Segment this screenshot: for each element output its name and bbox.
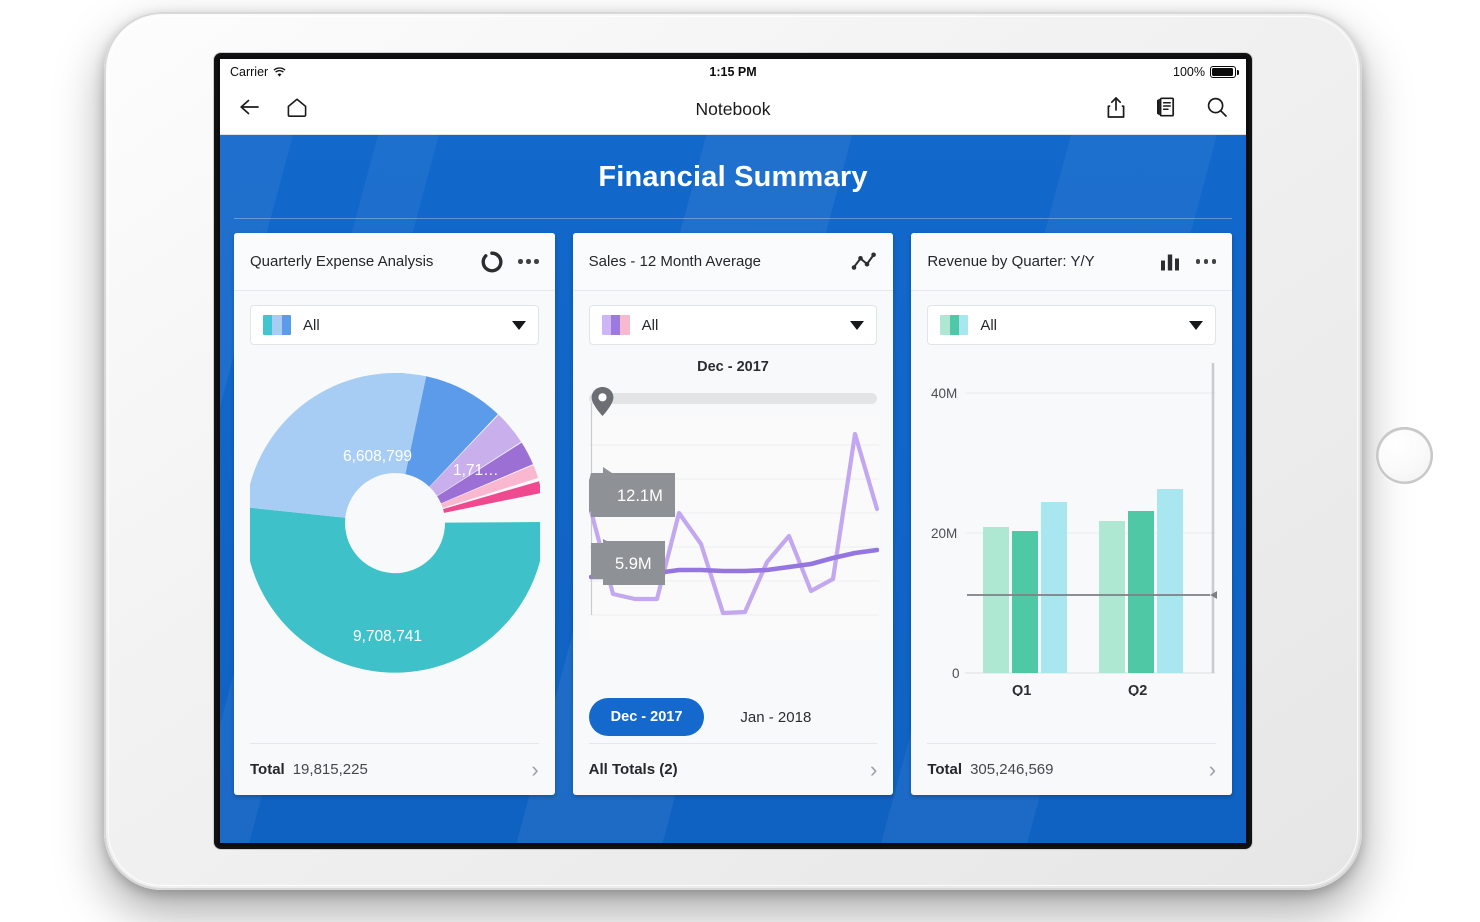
battery-percent-label: 100% [1173,65,1205,79]
y-axis-tick-20m: 20M [931,526,957,541]
bar-chart[interactable]: 40M 20M 0 Q1 Q2 [911,345,1232,743]
more-options-icon[interactable] [514,259,539,264]
chevron-down-icon [850,320,865,330]
y-axis-tick-40m: 40M [931,386,957,401]
filter-dropdown[interactable]: All [250,305,539,345]
nav-right-group [1106,96,1228,124]
footer-label: Total [250,761,285,778]
filter-row: All [573,291,894,345]
bar-q1-series2 [1012,531,1039,673]
app-nav-bar: Notebook [220,85,1246,135]
footer-value: 305,246,569 [970,761,1054,778]
line-chart-icon[interactable] [851,251,877,273]
status-bar: Carrier 1:15 PM 100% [220,59,1246,85]
bar-chart-icon[interactable] [1158,250,1182,274]
card-footer-total[interactable]: Total 305,246,569 › [927,743,1217,795]
bar-q1-series3 [1041,502,1068,673]
donut-slice-label: 1,71… [453,462,499,479]
chevron-right-icon: › [870,756,878,782]
card-row: Quarterly Expense Analysis All 6,608,799… [220,219,1246,795]
screenshot-stage: Carrier 1:15 PM 100% Notebook Financial … [0,0,1480,922]
filter-dropdown[interactable]: All [927,305,1217,345]
search-icon[interactable] [1206,96,1228,123]
chevron-down-icon [1189,320,1204,330]
dashboard-banner: Financial Summary [220,135,1246,219]
home-button[interactable] [1376,427,1433,484]
card-title: Sales - 12 Month Average [588,253,762,270]
card-revenue-by-quarter: Revenue by Quarter: Y/Y All 40M 20M 0 Q1… [911,233,1233,795]
legend-swatch [601,315,630,335]
status-bar-time: 1:15 PM [709,65,757,79]
footer-label: Total [927,761,963,778]
chevron-right-icon: › [1208,756,1217,782]
back-arrow-icon[interactable] [238,97,260,122]
legend-swatch [263,315,291,335]
x-axis-label-q2: Q2 [1128,683,1147,696]
battery-full-icon [1210,66,1239,78]
more-options-icon[interactable] [1192,259,1217,264]
card-footer-total[interactable]: Total 19,815,225 › [250,743,539,795]
line-tooltip-low: 5.9M [590,539,665,585]
y-axis-tick-0: 0 [952,666,960,681]
bar-q2-series2 [1128,511,1155,673]
card-title: Revenue by Quarter: Y/Y [927,253,1095,270]
card-title: Quarterly Expense Analysis [250,253,434,270]
range-pill-group: Dec - 2017 Jan - 2018 [573,691,894,743]
card-sales-12-month-average: Sales - 12 Month Average All Dec - 2017 … [572,233,894,795]
card-header: Revenue by Quarter: Y/Y [911,233,1233,291]
footer-label: All Totals (2) [588,761,678,778]
dashboard-area: Financial Summary Quarterly Expense Anal… [220,135,1246,843]
line-tooltip-high: 12.1M [588,467,675,517]
bar-q1-series1 [983,527,1010,673]
donut-chart-icon[interactable] [480,250,504,274]
home-icon[interactable] [286,97,308,123]
filter-value: All [641,316,659,334]
nav-title: Notebook [695,99,771,119]
footer-value: 19,815,225 [292,761,368,778]
range-pill-active[interactable]: Dec - 2017 [588,698,705,736]
tooltip-value: 5.9M [615,555,652,573]
line-chart-title: Dec - 2017 [697,359,769,375]
card-footer-total[interactable]: All Totals (2) › [588,743,878,795]
donut-chart[interactable]: 6,608,799 9,708,741 1,71… [234,345,555,743]
filter-row: All [234,291,555,345]
bar-q2-series1 [1099,521,1126,673]
donut-slice-label: 9,708,741 [353,628,422,645]
card-header: Quarterly Expense Analysis [234,233,555,291]
notebook-icon[interactable] [1156,96,1176,123]
filter-value: All [980,316,998,334]
device-screen: Carrier 1:15 PM 100% Notebook Financial … [220,59,1246,843]
x-axis-label-q1: Q1 [1012,683,1031,696]
filter-value: All [303,316,320,334]
line-chart[interactable]: Dec - 2017 12.1M 5.9M [573,345,894,691]
status-bar-right: 100% [1173,65,1239,79]
chevron-down-icon [511,320,526,330]
card-header: Sales - 12 Month Average [572,233,894,291]
filter-row: All [911,291,1232,345]
chevron-right-icon: › [531,756,539,782]
donut-slice-label: 6,608,799 [343,448,412,465]
share-icon[interactable] [1106,96,1126,124]
legend-swatch [940,315,969,335]
bar-q2-series3 [1157,489,1184,673]
nav-left-group [238,97,308,123]
range-pill-inactive[interactable]: Jan - 2018 [718,698,833,736]
page-title: Financial Summary [598,160,868,193]
ipad-device: Carrier 1:15 PM 100% Notebook Financial … [104,12,1433,890]
card-quarterly-expense-analysis: Quarterly Expense Analysis All 6,608,799… [234,233,555,795]
filter-dropdown[interactable]: All [588,305,878,345]
tooltip-value: 12.1M [617,487,663,505]
